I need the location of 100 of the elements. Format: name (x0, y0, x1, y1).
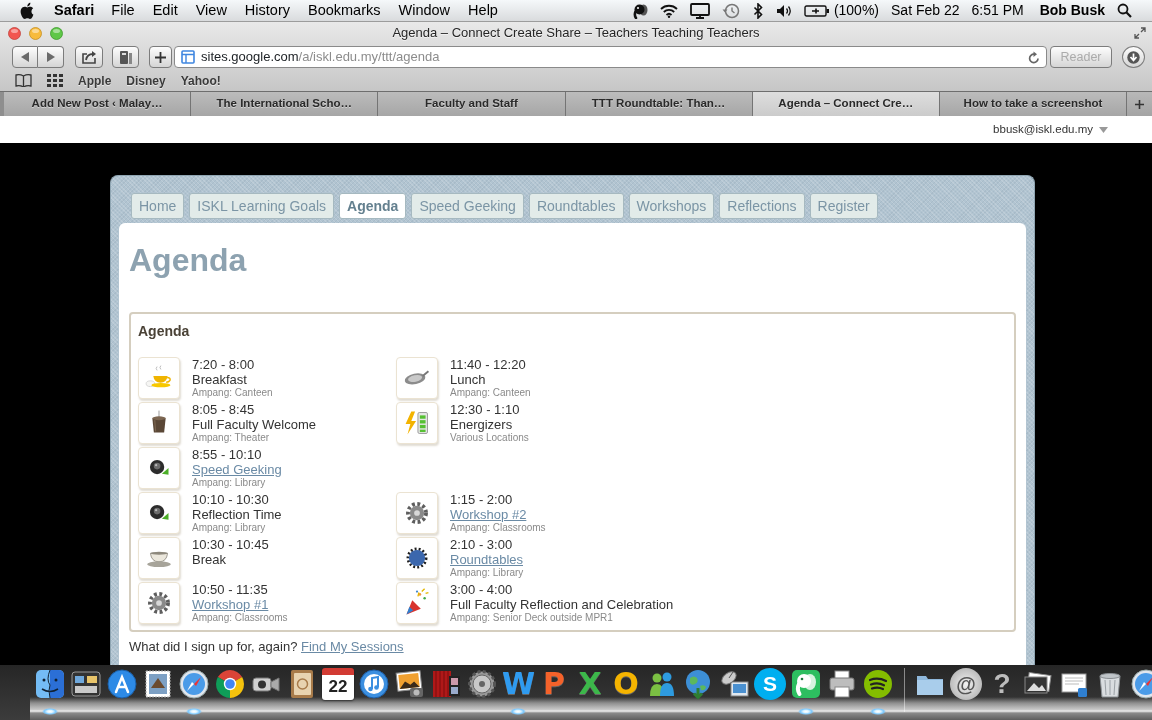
display-icon[interactable] (689, 2, 710, 19)
downloads-button[interactable] (1122, 46, 1145, 68)
pan-icon (396, 357, 438, 399)
dock-app[interactable]: W (502, 668, 534, 700)
menu-item[interactable]: Window (389, 0, 460, 22)
calendar-app[interactable]: 22 (322, 668, 354, 700)
page-title: Agenda (129, 241, 247, 279)
session-title: Full Faculty Reflection and Celebration (450, 597, 674, 612)
apple-icon[interactable] (20, 2, 34, 19)
menu-bar-date[interactable]: Sat Feb 22 (891, 0, 960, 21)
a-disc-icon[interactable] (106, 668, 138, 700)
new-tab-button[interactable] (1127, 92, 1152, 116)
session-time: 10:50 - 11:35 (192, 582, 268, 597)
webcam-icon (138, 492, 180, 534)
browser-tab[interactable]: Faculty and Staff (378, 92, 566, 116)
windows-icon[interactable] (70, 668, 102, 700)
menu-item[interactable]: View (186, 0, 236, 22)
elephant-icon[interactable] (790, 668, 822, 700)
printer-icon[interactable] (826, 668, 858, 700)
plus-icon (155, 51, 166, 63)
music-note-icon[interactable] (358, 668, 390, 700)
session-location: Ampang: Classrooms (192, 612, 288, 623)
app-menu[interactable]: Safari (54, 0, 95, 22)
segmented-disc-icon[interactable] (214, 668, 246, 700)
face-icon[interactable] (34, 668, 66, 700)
user-menu[interactable]: Bob Busk (1039, 0, 1105, 21)
session-title: Break (192, 552, 226, 567)
bookmark-link[interactable]: Apple (78, 71, 112, 90)
open-book-icon[interactable] (15, 74, 32, 87)
grid-icon[interactable] (47, 74, 63, 87)
reload-icon[interactable] (1028, 50, 1040, 64)
battery-icon[interactable] (803, 4, 830, 17)
forward-button[interactable] (38, 46, 64, 68)
dock-app[interactable]: X (574, 668, 606, 700)
dock-app[interactable]: ? (986, 668, 1018, 700)
compass-icon[interactable] (178, 668, 210, 700)
search-icon[interactable] (1117, 3, 1132, 18)
account-menu[interactable]: bbusk@iskl.edu.my (993, 120, 1093, 139)
gear-icon[interactable] (466, 668, 498, 700)
browser-tab[interactable]: TTT Roundtable: Than… (565, 92, 753, 116)
bluetooth-icon[interactable] (751, 2, 764, 19)
fullscreen-icon[interactable] (1134, 27, 1146, 39)
bookmark-link[interactable]: Yahoo! (180, 71, 221, 90)
session-title: Lunch (450, 372, 486, 387)
forward-icon (46, 52, 55, 62)
find-sessions-link[interactable]: Find My Sessions (301, 639, 404, 654)
teacup-icon (138, 537, 180, 579)
url-text: sites.google.com/a/iskl.edu.my/ttt/agenda (201, 48, 441, 67)
share-button[interactable] (75, 46, 103, 68)
caret-icon[interactable] (1099, 126, 1108, 133)
menu-item[interactable]: File (102, 0, 144, 22)
dock-app[interactable]: O (610, 668, 642, 700)
session-location: Ampang: Senior Deck outside MPR1 (450, 612, 613, 623)
nav-tab[interactable]: Agenda (339, 193, 407, 219)
browser-tab[interactable]: The International Scho… (191, 92, 379, 116)
session-location: Ampang: Library (450, 567, 524, 578)
menu-item[interactable]: Edit (143, 0, 187, 22)
session-location: Ampang: Library (192, 522, 266, 533)
address-field[interactable]: sites.google.com/a/iskl.edu.my/ttt/agenda (174, 46, 1047, 68)
menu-item[interactable]: Help (459, 0, 507, 22)
party-popper-icon (396, 582, 438, 624)
session-title: Full Faculty Welcome (192, 417, 316, 432)
webcam-icon (138, 447, 180, 489)
stamp-icon[interactable] (142, 668, 174, 700)
battery-percentage: (100%) (833, 1, 879, 20)
gear-icon (138, 582, 180, 624)
new-tab-button[interactable] (149, 46, 172, 68)
menu-item[interactable]: Bookmarks (299, 0, 390, 22)
session-link[interactable]: Speed Geeking (192, 462, 282, 477)
browser-tab[interactable]: Add New Post ‹ Malay… (4, 92, 192, 116)
satellite-dish-icon[interactable] (718, 668, 750, 700)
wifi-icon[interactable] (659, 3, 678, 18)
film-strip-icon[interactable] (430, 668, 462, 700)
reading-list-button[interactable] (112, 46, 139, 68)
agenda-title: Agenda (138, 323, 190, 339)
menu-item[interactable]: History (235, 0, 299, 22)
bookmark-link[interactable]: Disney (126, 71, 166, 90)
coffee-cup-icon (138, 357, 180, 399)
close-button[interactable] (8, 26, 21, 40)
session-link[interactable]: Workshop #2 (450, 507, 527, 522)
elephant-icon[interactable] (631, 2, 648, 19)
back-button[interactable] (12, 46, 38, 68)
sound-waves-icon[interactable] (862, 668, 894, 700)
clock-icon[interactable] (721, 2, 740, 19)
photo-icon[interactable] (394, 668, 426, 700)
menu-bar-clock[interactable]: 6:51 PM (971, 0, 1024, 21)
session-location: Various Locations (450, 432, 529, 443)
speaker-icon[interactable] (775, 3, 792, 18)
battery-icon (396, 402, 438, 444)
browser-tab[interactable]: Agenda – Connect Cre… (752, 92, 940, 116)
session-link[interactable]: Workshop #1 (192, 597, 269, 612)
session-location: Ampang: Classrooms (450, 522, 546, 533)
browser-tab[interactable]: How to take a screenshot (939, 92, 1128, 116)
dock-app[interactable]: @ (950, 668, 982, 700)
session-title: Breakfast (192, 372, 247, 387)
page-icon (181, 50, 195, 64)
window-title: Agenda – Connect Create Share – Teachers Teaching Teachers (392, 24, 760, 43)
session-time: 10:10 - 10:30 (192, 492, 269, 507)
session-link[interactable]: Roundtables (450, 552, 523, 567)
dock-app[interactable]: P (538, 668, 570, 700)
